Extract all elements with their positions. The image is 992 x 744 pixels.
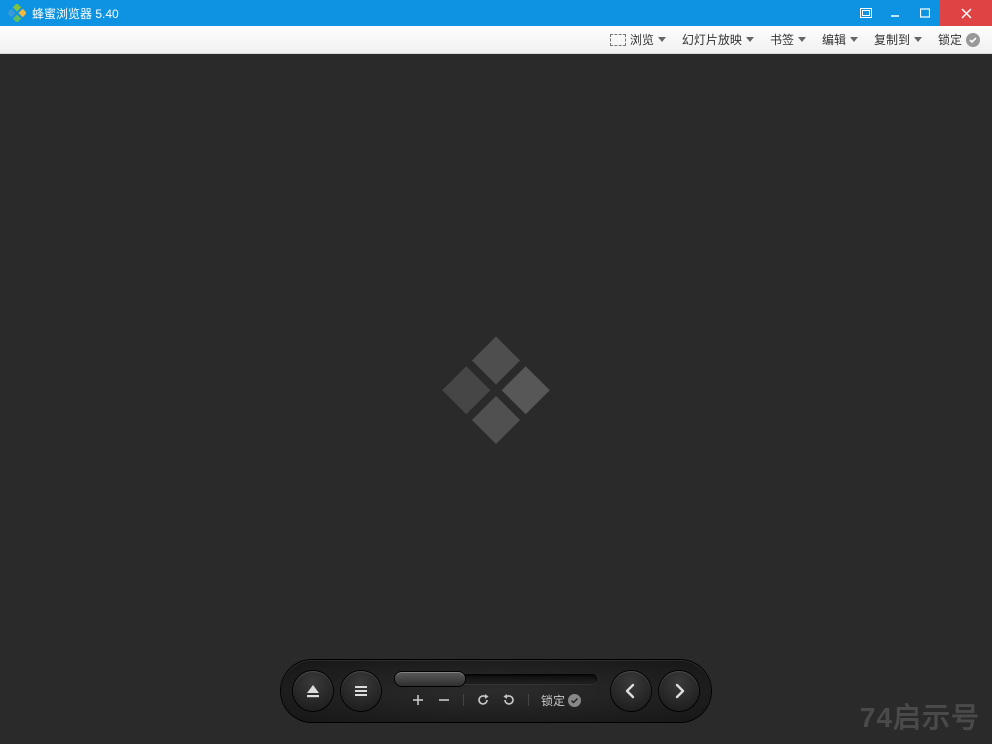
browse-menu[interactable]: 浏览: [610, 31, 666, 48]
toolbar: 浏览 幻灯片放映 书签 编辑 复制到 锁定: [0, 26, 992, 54]
edit-menu[interactable]: 编辑: [822, 31, 858, 48]
window-controls: [852, 0, 992, 26]
control-middle: 锁定: [389, 674, 603, 709]
lock-toggle-bottom[interactable]: 锁定: [541, 692, 581, 709]
app-logo-icon: [8, 4, 26, 22]
copyto-menu[interactable]: 复制到: [874, 31, 922, 48]
separator: [463, 694, 464, 706]
separator: [528, 694, 529, 706]
rotate-left-button[interactable]: [476, 693, 490, 707]
watermark: 74启示号: [860, 696, 980, 736]
selection-icon: [610, 34, 626, 46]
control-tools: 锁定: [395, 692, 597, 709]
zoom-out-button[interactable]: [437, 693, 451, 707]
progress-slider[interactable]: [395, 674, 597, 684]
browse-label: 浏览: [630, 31, 654, 48]
slideshow-label: 幻灯片放映: [682, 31, 742, 48]
viewport: 锁定 74启示号: [0, 54, 992, 744]
check-circle-icon: [568, 694, 581, 707]
lock-label-bottom: 锁定: [541, 692, 565, 709]
window-title: 蜂蜜浏览器 5.40: [32, 5, 852, 22]
chevron-down-icon: [798, 37, 806, 42]
fullscreen-button[interactable]: [852, 0, 880, 26]
edit-label: 编辑: [822, 31, 846, 48]
titlebar: 蜂蜜浏览器 5.40: [0, 0, 992, 26]
control-bar: 锁定: [281, 660, 711, 722]
bookmark-label: 书签: [770, 31, 794, 48]
previous-button[interactable]: [611, 671, 651, 711]
next-button[interactable]: [659, 671, 699, 711]
check-circle-icon: [966, 33, 980, 47]
close-button[interactable]: [940, 0, 992, 26]
zoom-in-button[interactable]: [411, 693, 425, 707]
rotate-right-button[interactable]: [502, 693, 516, 707]
placeholder-logo-icon: [436, 330, 556, 455]
minimize-button[interactable]: [880, 0, 910, 26]
copyto-label: 复制到: [874, 31, 910, 48]
eject-button[interactable]: [293, 671, 333, 711]
slideshow-menu[interactable]: 幻灯片放映: [682, 31, 754, 48]
chevron-down-icon: [746, 37, 754, 42]
slider-thumb[interactable]: [395, 672, 465, 686]
maximize-button[interactable]: [910, 0, 940, 26]
lock-label: 锁定: [938, 31, 962, 48]
chevron-down-icon: [850, 37, 858, 42]
chevron-down-icon: [914, 37, 922, 42]
menu-button[interactable]: [341, 671, 381, 711]
lock-toggle[interactable]: 锁定: [938, 31, 980, 48]
bookmark-menu[interactable]: 书签: [770, 31, 806, 48]
chevron-down-icon: [658, 37, 666, 42]
